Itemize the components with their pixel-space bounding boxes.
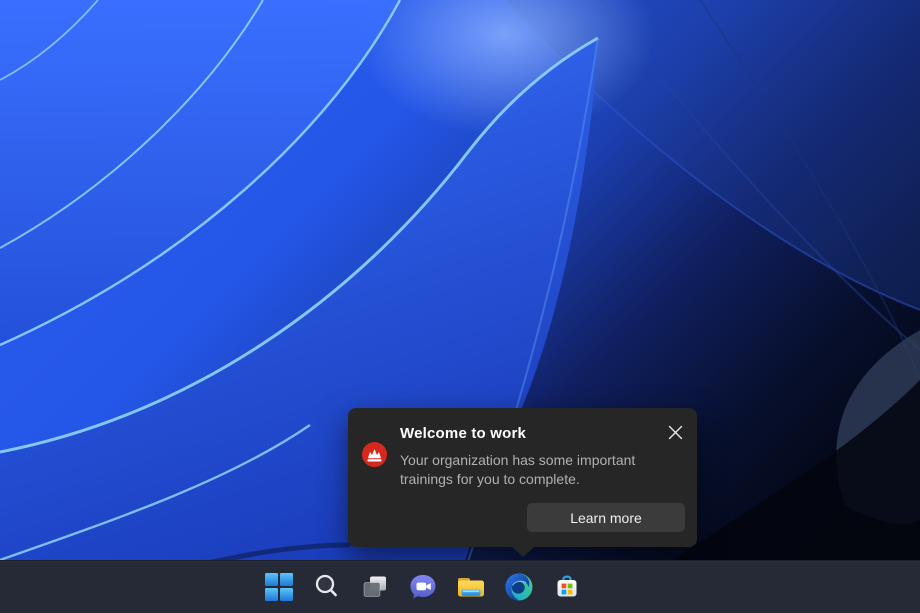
desktop: Welcome to work Your organization has so… — [0, 0, 920, 613]
store-button[interactable] — [547, 565, 587, 609]
chat-button[interactable] — [403, 565, 443, 609]
toast-body: Your organization has some important tra… — [400, 452, 636, 487]
file-explorer-button[interactable] — [451, 565, 491, 609]
edge-button[interactable] — [499, 565, 539, 609]
taskbar-icon-group — [259, 561, 587, 613]
notification-toast: Welcome to work Your organization has so… — [348, 408, 697, 557]
windows-logo-icon — [265, 573, 293, 601]
training-mountain-badge-icon — [362, 442, 387, 467]
start-button[interactable] — [259, 565, 299, 609]
task-view-icon — [363, 576, 386, 597]
toast-title: Welcome to work — [400, 425, 527, 442]
search-button[interactable] — [307, 565, 347, 609]
video-chat-bubble-icon — [410, 575, 436, 599]
folder-icon — [458, 578, 484, 597]
taskbar — [0, 560, 920, 613]
search-icon — [315, 574, 337, 597]
store-bag-icon — [557, 575, 577, 597]
edge-browser-icon — [505, 573, 533, 601]
close-x-icon — [668, 425, 682, 439]
close-button[interactable] — [660, 417, 690, 447]
learn-more-button[interactable]: Learn more — [527, 503, 685, 532]
toast-pointer — [512, 547, 534, 557]
task-view-button[interactable] — [355, 565, 395, 609]
